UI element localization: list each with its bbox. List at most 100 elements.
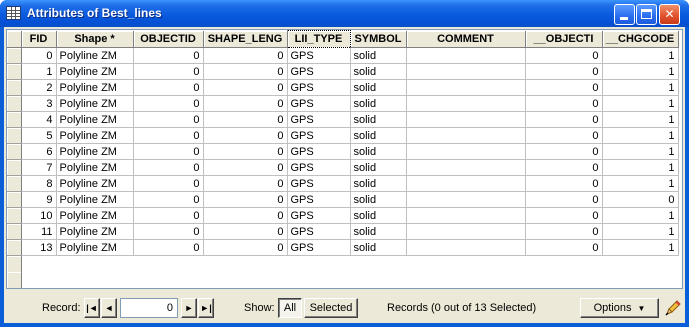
- column-header[interactable]: __OBJECTI: [525, 30, 603, 48]
- row-selector[interactable]: [7, 223, 22, 240]
- table-cell[interactable]: 1: [602, 127, 679, 144]
- row-selector[interactable]: [7, 159, 22, 176]
- table-cell[interactable]: Polyline ZM: [56, 239, 134, 256]
- table-cell[interactable]: GPS: [287, 127, 351, 144]
- table-row[interactable]: 1 Polyline ZM 0 0 GPS solid 0 1: [7, 63, 679, 80]
- minimize-button[interactable]: [614, 4, 635, 25]
- table-cell[interactable]: 0: [133, 95, 204, 112]
- table-cell[interactable]: [406, 207, 526, 224]
- table-cell[interactable]: 1: [602, 95, 679, 112]
- table-cell[interactable]: 0: [133, 143, 204, 160]
- table-cell[interactable]: [406, 47, 526, 64]
- table-cell[interactable]: [406, 111, 526, 128]
- table-cell[interactable]: 0: [203, 143, 288, 160]
- table-row[interactable]: 11 Polyline ZM 0 0 GPS solid 0 1: [7, 223, 679, 240]
- table-row[interactable]: 8 Polyline ZM 0 0 GPS solid 0 1: [7, 175, 679, 192]
- table-cell[interactable]: 0: [525, 111, 603, 128]
- table-cell[interactable]: 1: [602, 223, 679, 240]
- table-cell[interactable]: solid: [350, 191, 407, 208]
- maximize-button[interactable]: [636, 4, 657, 25]
- table-cell[interactable]: Polyline ZM: [56, 79, 134, 96]
- table-cell[interactable]: 0: [525, 79, 603, 96]
- first-record-button[interactable]: |◄: [84, 298, 100, 318]
- table-cell[interactable]: solid: [350, 127, 407, 144]
- row-selector[interactable]: [7, 127, 22, 144]
- table-cell[interactable]: 0: [203, 79, 288, 96]
- table-cell[interactable]: 0: [203, 63, 288, 80]
- table-cell[interactable]: 5: [21, 127, 57, 144]
- column-header[interactable]: SYMBOL: [350, 30, 407, 48]
- table-cell[interactable]: 1: [602, 79, 679, 96]
- table-cell[interactable]: Polyline ZM: [56, 111, 134, 128]
- table-cell[interactable]: solid: [350, 95, 407, 112]
- table-cell[interactable]: Polyline ZM: [56, 127, 134, 144]
- table-cell[interactable]: 11: [21, 223, 57, 240]
- options-button[interactable]: Options ▼: [580, 298, 659, 318]
- table-cell[interactable]: GPS: [287, 47, 351, 64]
- table-cell[interactable]: 10: [21, 207, 57, 224]
- table-cell[interactable]: Polyline ZM: [56, 191, 134, 208]
- table-cell[interactable]: GPS: [287, 239, 351, 256]
- column-header[interactable]: COMMENT: [406, 30, 526, 48]
- table-cell[interactable]: 0: [525, 127, 603, 144]
- table-cell[interactable]: [406, 175, 526, 192]
- table-cell[interactable]: 0: [203, 191, 288, 208]
- table-cell[interactable]: Polyline ZM: [56, 207, 134, 224]
- table-row[interactable]: 9 Polyline ZM 0 0 GPS solid 0 0: [7, 191, 679, 208]
- table-cell[interactable]: [406, 159, 526, 176]
- table-cell[interactable]: GPS: [287, 207, 351, 224]
- row-selector[interactable]: [7, 207, 22, 224]
- table-cell[interactable]: [406, 95, 526, 112]
- previous-record-button[interactable]: ◄: [101, 298, 117, 318]
- table-cell[interactable]: 0: [203, 159, 288, 176]
- table-cell[interactable]: GPS: [287, 95, 351, 112]
- row-selector[interactable]: [7, 143, 22, 160]
- table-cell[interactable]: 1: [602, 239, 679, 256]
- table-cell[interactable]: [406, 239, 526, 256]
- select-all-corner[interactable]: [7, 30, 22, 48]
- table-row[interactable]: 4 Polyline ZM 0 0 GPS solid 0 1: [7, 111, 679, 128]
- table-cell[interactable]: 0: [602, 191, 679, 208]
- table-cell[interactable]: Polyline ZM: [56, 63, 134, 80]
- table-cell[interactable]: [406, 223, 526, 240]
- table-cell[interactable]: 0: [133, 47, 204, 64]
- table-row[interactable]: 10 Polyline ZM 0 0 GPS solid 0 1: [7, 207, 679, 224]
- table-row[interactable]: 5 Polyline ZM 0 0 GPS solid 0 1: [7, 127, 679, 144]
- table-cell[interactable]: [406, 127, 526, 144]
- table-cell[interactable]: 6: [21, 143, 57, 160]
- table-cell[interactable]: 0: [133, 207, 204, 224]
- table-cell[interactable]: 0: [133, 159, 204, 176]
- row-selector[interactable]: [7, 47, 22, 64]
- table-cell[interactable]: GPS: [287, 79, 351, 96]
- row-selector[interactable]: [7, 191, 22, 208]
- table-cell[interactable]: solid: [350, 63, 407, 80]
- table-cell[interactable]: 0: [525, 143, 603, 160]
- table-cell[interactable]: 0: [203, 111, 288, 128]
- column-header[interactable]: SHAPE_LENG: [203, 30, 288, 48]
- table-cell[interactable]: 1: [602, 207, 679, 224]
- table-cell[interactable]: 0: [203, 95, 288, 112]
- table-cell[interactable]: GPS: [287, 143, 351, 160]
- table-cell[interactable]: 0: [21, 47, 57, 64]
- table-row[interactable]: 13 Polyline ZM 0 0 GPS solid 0 1: [7, 239, 679, 256]
- row-selector[interactable]: [7, 79, 22, 96]
- table-cell[interactable]: 1: [602, 143, 679, 160]
- show-selected-button[interactable]: Selected: [304, 298, 358, 318]
- table-cell[interactable]: 0: [203, 207, 288, 224]
- table-cell[interactable]: GPS: [287, 223, 351, 240]
- table-cell[interactable]: GPS: [287, 111, 351, 128]
- table-cell[interactable]: 0: [133, 111, 204, 128]
- table-cell[interactable]: 0: [525, 63, 603, 80]
- table-cell[interactable]: 1: [602, 159, 679, 176]
- table-cell[interactable]: 0: [133, 239, 204, 256]
- table-cell[interactable]: 1: [602, 47, 679, 64]
- column-header[interactable]: __CHGCODE: [602, 30, 679, 48]
- record-number-input[interactable]: 0: [120, 298, 178, 318]
- table-cell[interactable]: [406, 63, 526, 80]
- table-cell[interactable]: 0: [525, 207, 603, 224]
- table-cell[interactable]: solid: [350, 159, 407, 176]
- table-row[interactable]: 0 Polyline ZM 0 0 GPS solid 0 1: [7, 47, 679, 64]
- row-selector[interactable]: [7, 111, 22, 128]
- table-cell[interactable]: [406, 143, 526, 160]
- column-header[interactable]: Shape *: [56, 30, 134, 48]
